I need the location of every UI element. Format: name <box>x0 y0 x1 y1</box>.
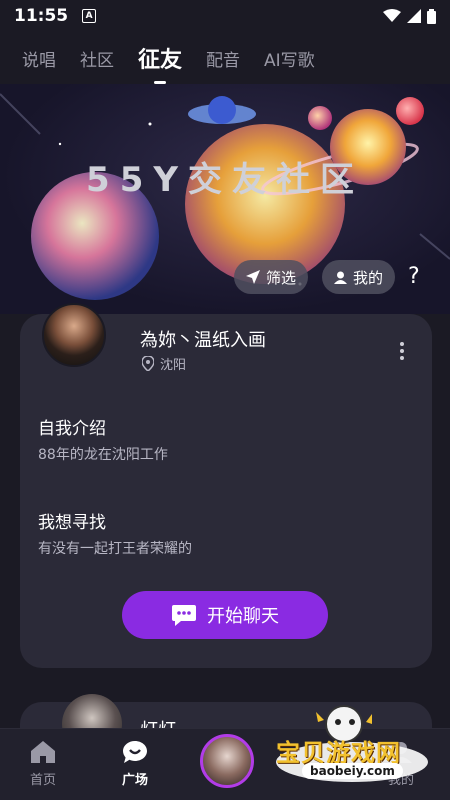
start-chat-button[interactable]: 开始聊天 <box>122 591 328 639</box>
chat-bubble-icon <box>172 605 196 626</box>
tab-dubbing[interactable]: 配音 <box>206 46 240 71</box>
battery-icon <box>427 8 436 24</box>
mine-button[interactable]: 我的 <box>322 260 396 294</box>
location: 沈阳 <box>142 354 186 373</box>
signal-icon <box>407 9 421 23</box>
nav-square[interactable]: 广场 <box>122 741 148 788</box>
banner: 55Y交友社区 筛选 我的 ? <box>0 84 450 314</box>
intro-title: 自我介绍 <box>38 419 106 439</box>
location-pin-icon <box>142 356 154 371</box>
person-icon <box>334 271 347 284</box>
tab-ai-songwriting[interactable]: AI写歌 <box>264 46 315 71</box>
wifi-icon <box>383 9 401 22</box>
top-tabs: 说唱 社区 征友 配音 AI写歌 <box>0 32 450 84</box>
tab-friends[interactable]: 征友 <box>138 42 182 84</box>
tab-rap[interactable]: 说唱 <box>22 46 56 71</box>
notification-badge-icon: A <box>82 9 97 23</box>
nav-home-label: 首页 <box>30 773 57 788</box>
seeking-text: 有没有一起打王者荣耀的 <box>38 541 192 557</box>
location-text: 沈阳 <box>160 358 187 373</box>
filter-button[interactable]: 筛选 <box>234 260 309 294</box>
start-chat-label: 开始聊天 <box>207 606 279 627</box>
home-icon <box>31 741 55 763</box>
banner-title: 55Y交友社区 <box>86 160 364 200</box>
nav-square-label: 广场 <box>122 773 149 788</box>
username: 為妳丶温纸入画 <box>140 330 266 351</box>
mine-button-label: 我的 <box>353 268 384 287</box>
status-bar: 11:55 A <box>0 0 450 32</box>
filter-button-label: 筛选 <box>266 268 297 287</box>
status-time: 11:55 <box>14 6 69 26</box>
nav-center-avatar[interactable] <box>200 734 254 788</box>
chat-bubble-icon <box>123 741 147 763</box>
more-options-icon[interactable] <box>400 342 404 360</box>
nav-home[interactable]: 首页 <box>30 741 56 788</box>
watermark-url: baobeiy.com <box>302 763 403 779</box>
seeking-title: 我想寻找 <box>38 513 106 533</box>
send-arrow-icon <box>246 270 260 284</box>
tab-community[interactable]: 社区 <box>80 46 114 71</box>
help-icon[interactable]: ? <box>408 264 420 289</box>
status-icons <box>383 8 436 24</box>
avatar[interactable] <box>42 303 106 367</box>
intro-text: 88年的龙在沈阳工作 <box>38 447 168 463</box>
